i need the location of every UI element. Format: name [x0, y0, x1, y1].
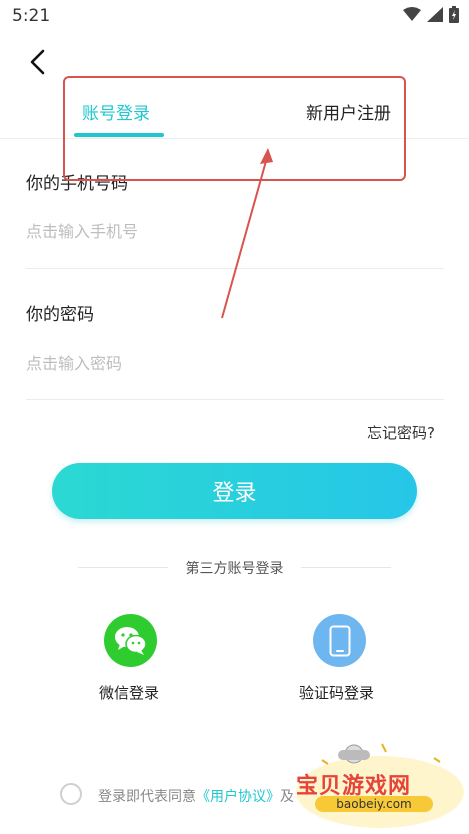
login-button[interactable]: 登录 — [52, 463, 417, 519]
wifi-icon — [403, 7, 421, 21]
forgot-password-link[interactable]: 忘记密码? — [367, 422, 435, 443]
annotation-arrow-icon — [221, 148, 273, 319]
agreement-text: 登录即代表同意《用户协议》及 — [98, 786, 294, 806]
sms-login-label: 验证码登录 — [299, 684, 375, 702]
third-party-title: 第三方账号登录 — [185, 561, 284, 577]
agreement-checkbox[interactable] — [60, 783, 82, 805]
phone-icon — [329, 625, 350, 656]
status-time: 5:21 — [12, 6, 51, 26]
signal-icon — [427, 7, 443, 22]
chevron-left-icon — [30, 49, 45, 75]
agreement-prefix: 登录即代表同意 — [98, 789, 196, 805]
sms-login-button[interactable] — [313, 614, 366, 667]
wechat-icon — [114, 626, 147, 655]
back-button[interactable] — [22, 46, 54, 78]
status-icons — [403, 6, 459, 23]
password-label: 你的密码 — [26, 305, 94, 325]
wechat-login-label: 微信登录 — [99, 684, 160, 702]
wechat-login-button[interactable] — [104, 614, 157, 667]
user-agreement-link[interactable]: 《用户协议》 — [196, 789, 280, 805]
battery-icon — [449, 6, 459, 23]
password-input[interactable] — [26, 354, 416, 373]
password-underline — [26, 399, 444, 400]
watermark-url: baobeiy.com — [315, 796, 433, 812]
agreement-joiner: 及 — [280, 789, 294, 805]
